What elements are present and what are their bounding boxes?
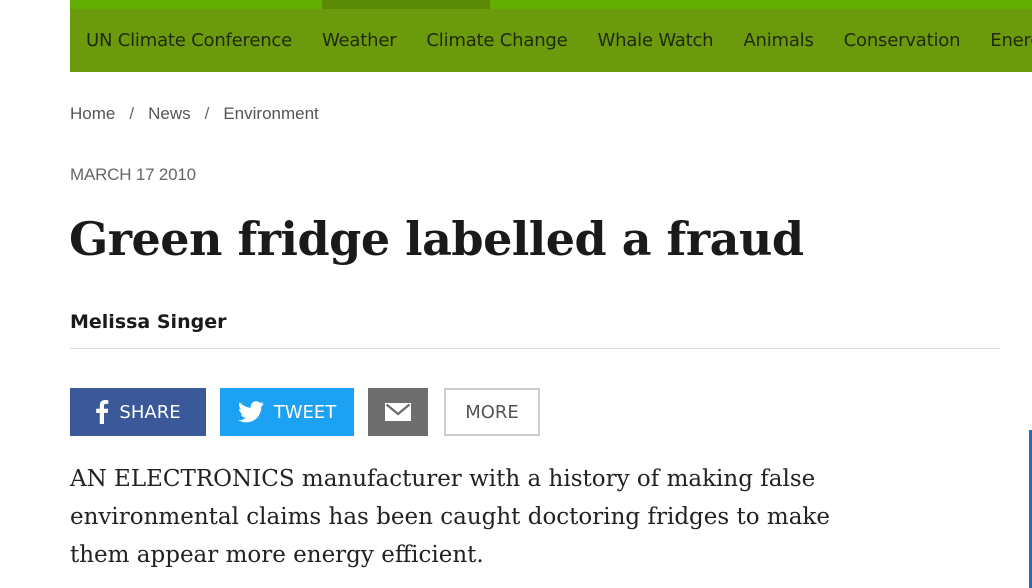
facebook-share-label: SHARE [119,401,181,423]
twitter-tweet-label: TWEET [273,401,337,423]
nav-top-strip [70,0,1032,9]
nav-item-energy[interactable]: Energy [990,29,1032,53]
facebook-icon [95,400,109,424]
twitter-icon [237,401,264,423]
top-navigation-bar: UN Climate Conference Weather Climate Ch… [70,0,1032,72]
nav-item-conservation[interactable]: Conservation [844,29,961,53]
nav-item-un-climate-conference[interactable]: UN Climate Conference [86,29,292,53]
breadcrumb-separator: / [204,104,210,123]
article-date: MARCH 17 2010 [70,165,196,184]
email-share-button[interactable] [368,388,428,436]
article-title: Green fridge labelled a fraud [69,212,804,266]
more-share-label: MORE [465,401,519,423]
nav-active-indicator [322,0,490,9]
nav-item-whale-watch[interactable]: Whale Watch [598,29,714,53]
nav-item-weather[interactable]: Weather [322,29,397,53]
nav-item-climate-change[interactable]: Climate Change [426,29,567,53]
twitter-tweet-button[interactable]: TWEET [220,388,354,436]
nav-item-animals[interactable]: Animals [743,29,813,53]
article-intro: AN ELECTRONICS manufacturer with a histo… [70,466,830,568]
nav-menu: UN Climate Conference Weather Climate Ch… [86,29,1032,53]
breadcrumb-news[interactable]: News [148,104,191,123]
breadcrumb-home[interactable]: Home [70,104,115,123]
divider [70,348,1000,349]
article-author[interactable]: Melissa Singer [70,311,226,333]
mail-icon [385,403,411,421]
breadcrumb-separator: / [129,104,135,123]
facebook-share-button[interactable]: SHARE [70,388,206,436]
breadcrumb: Home / News / Environment [70,104,319,124]
more-share-button[interactable]: MORE [444,388,540,436]
breadcrumb-environment[interactable]: Environment [223,104,318,123]
